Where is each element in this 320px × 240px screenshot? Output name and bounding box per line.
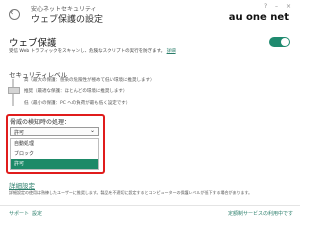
brand-logo: au one net bbox=[228, 12, 289, 23]
security-level-slider-thumb[interactable] bbox=[8, 87, 20, 94]
toggle-knob bbox=[281, 38, 289, 46]
chevron-down-icon: ⌄ bbox=[89, 127, 95, 134]
back-arrow-icon[interactable]: ‹ bbox=[10, 7, 14, 19]
advanced-settings-description: 詳細設定の使用は熟練したユーザーに推奨します。製品を不適切に設定するとコンピュー… bbox=[9, 190, 253, 195]
threat-action-selected-value: 許可 bbox=[14, 130, 25, 136]
dropdown-option-block[interactable]: ブロック bbox=[11, 149, 98, 159]
footer-subscription-link[interactable]: 定額制サービスの利用中です bbox=[228, 210, 293, 217]
threat-action-label: 脅威の検知時の処理： bbox=[10, 119, 71, 126]
security-level-low: 低（最小の保護：PC への負荷が最も低く設定です） bbox=[24, 101, 131, 106]
threat-action-select[interactable]: 許可 ⌄ bbox=[10, 127, 99, 136]
security-level-recommended: 推奨（最適な保護：ほとんどの環境に推奨します） bbox=[24, 89, 128, 94]
threat-action-dropdown: 自動処理 ブロック 許可 bbox=[10, 138, 99, 170]
footer-support-link[interactable]: サポート bbox=[9, 210, 29, 217]
web-protection-description: 受信 Web トラフィックをスキャンし、危険なスクリプトの実行を防ぎます。 詳細 bbox=[9, 48, 176, 54]
footer-divider bbox=[0, 205, 300, 206]
window-controls[interactable]: ? – × bbox=[264, 3, 294, 10]
description-text: 受信 Web トラフィックをスキャンし、危険なスクリプトの実行を防ぎます。 bbox=[9, 49, 166, 54]
footer-settings-link[interactable]: 設定 bbox=[32, 210, 42, 217]
page-title: ウェブ保護の設定 bbox=[31, 15, 104, 25]
web-protection-toggle[interactable] bbox=[269, 37, 290, 47]
header-bar: ‹ 安心ネットセキュリティ ウェブ保護の設定 ? – × au one net bbox=[0, 0, 300, 30]
description-detail-link[interactable]: 詳細 bbox=[167, 49, 176, 54]
dropdown-option-auto[interactable]: 自動処理 bbox=[11, 139, 98, 149]
dropdown-option-allow[interactable]: 許可 bbox=[11, 159, 98, 169]
advanced-settings-link[interactable]: 詳細設定 bbox=[9, 180, 35, 190]
security-level-high: 高（最大の保護：感染の危険性が極めて低い環境に推奨します） bbox=[24, 78, 155, 83]
web-protection-title: ウェブ保護 bbox=[9, 38, 57, 49]
